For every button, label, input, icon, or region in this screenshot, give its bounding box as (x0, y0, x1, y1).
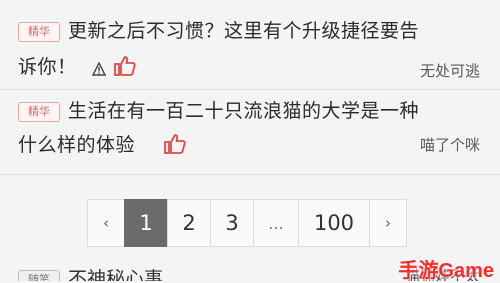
post-title-line1[interactable]: 更新之后不习惯？这里有个升级捷径要告 (68, 19, 419, 43)
warning-icon (92, 62, 106, 76)
category-badge: 随笔 (18, 270, 60, 281)
last-page-button[interactable]: 100 (298, 199, 370, 247)
post-title[interactable]: 不神秘心事 (68, 266, 163, 281)
page-2-button[interactable]: 2 (167, 199, 211, 247)
pagination: ‹ 1 2 3 ... 100 › (87, 199, 407, 247)
thumbs-up-icon (164, 134, 186, 154)
post-title-line2[interactable]: 什么样的体验 (18, 133, 135, 157)
post-author[interactable]: 喵了个咪 (420, 134, 480, 155)
divider (0, 174, 500, 175)
watermark-logo: 手游Game (398, 260, 494, 282)
post-item[interactable]: 精华 生活在有一百二十只流浪猫的大学是一种 什么样的体验 喵了个咪 (0, 92, 500, 172)
thumbs-up-icon (114, 56, 136, 76)
divider (0, 89, 500, 90)
page-ellipsis: ... (253, 199, 299, 247)
page-1-button[interactable]: 1 (124, 199, 168, 247)
featured-badge: 精华 (18, 22, 60, 42)
post-author[interactable]: 无处可逃 (420, 60, 480, 81)
prev-page-button[interactable]: ‹ (87, 199, 125, 247)
page-3-button[interactable]: 3 (210, 199, 254, 247)
next-page-button[interactable]: › (369, 199, 407, 247)
post-item[interactable]: 精华 更新之后不习惯？这里有个升级捷径要告 诉你！ 无处可逃 (0, 0, 500, 88)
post-title-line2[interactable]: 诉你！ (18, 55, 77, 79)
post-title-line1[interactable]: 生活在有一百二十只流浪猫的大学是一种 (68, 99, 419, 123)
featured-badge: 精华 (18, 102, 60, 122)
